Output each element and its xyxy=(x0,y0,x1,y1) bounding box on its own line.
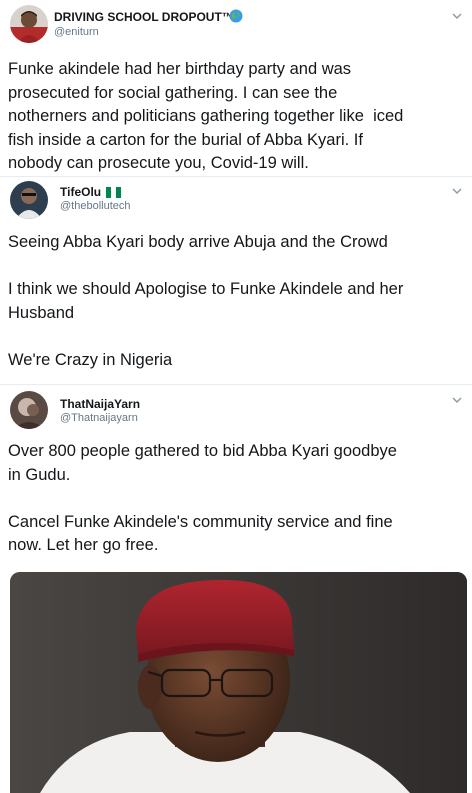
avatar[interactable] xyxy=(10,5,48,43)
display-name[interactable]: ThatNaijaYarn xyxy=(60,397,140,411)
nigeria-flag-icon xyxy=(106,185,121,198)
handle[interactable]: @Thatnaijayarn xyxy=(60,412,138,424)
handle[interactable]: @thebollutech xyxy=(60,200,131,212)
globe-icon xyxy=(229,9,243,23)
tweet-text: Over 800 people gathered to bid Abba Kya… xyxy=(8,442,397,554)
chevron-down-icon[interactable] xyxy=(450,185,464,199)
chevron-down-icon[interactable] xyxy=(450,394,464,408)
tweet-text: Funke akindele had her birthday party an… xyxy=(8,60,404,172)
tweet-2[interactable]: TifeOlu @thebollutech Seeing Abba Kyari … xyxy=(0,176,472,384)
chevron-down-icon[interactable] xyxy=(450,10,464,24)
display-name[interactable]: DRIVING SCHOOL DROPOUT™ xyxy=(54,10,234,24)
tweet-text: Seeing Abba Kyari body arrive Abuja and … xyxy=(8,233,404,369)
avatar[interactable] xyxy=(10,181,48,219)
display-name[interactable]: TifeOlu xyxy=(60,185,101,199)
handle[interactable]: @eniturn xyxy=(54,26,99,38)
tweet-photo[interactable] xyxy=(10,572,467,793)
tweet-1[interactable]: DRIVING SCHOOL DROPOUT™ @eniturn Funke a… xyxy=(0,0,472,180)
avatar[interactable] xyxy=(10,391,48,429)
